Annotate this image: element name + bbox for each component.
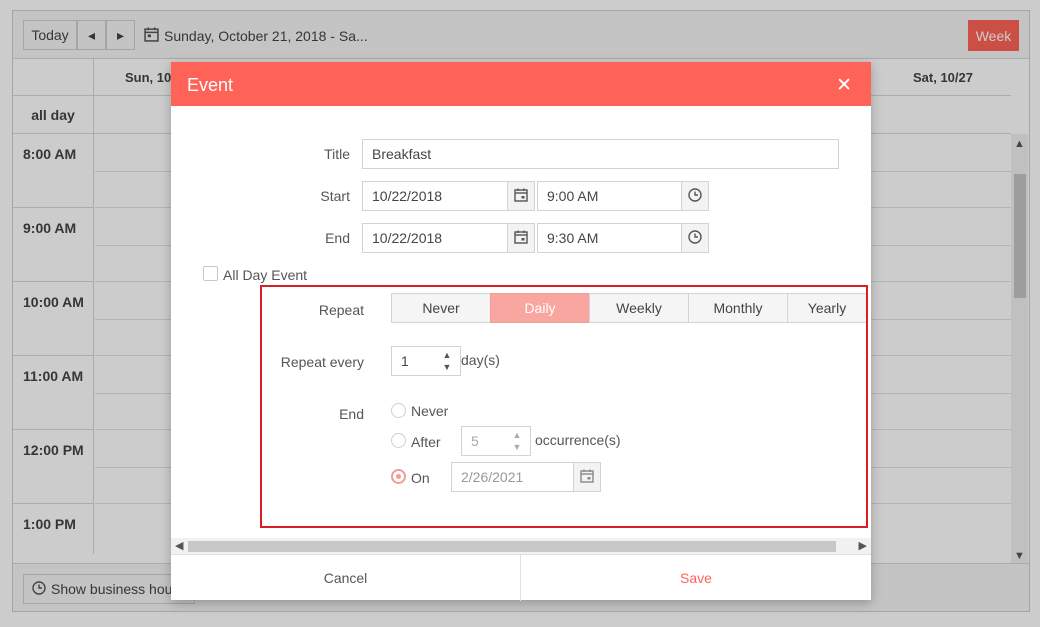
end-date-input[interactable]: 10/22/2018 [362, 223, 535, 253]
title-value: Breakfast [372, 146, 432, 162]
occurrences-unit-label: occurrence(s) [535, 432, 621, 448]
end-on-label: On [411, 470, 430, 486]
repeat-never-button[interactable]: Never [391, 293, 491, 323]
repeat-every-label: Repeat every [280, 354, 364, 370]
spinner[interactable]: ▲ ▼ [504, 427, 530, 455]
decrement-icon[interactable]: ▼ [513, 441, 522, 453]
end-on-date-input[interactable]: 2/26/2021 [451, 462, 601, 492]
start-time-picker-button[interactable] [681, 181, 709, 211]
start-time-value: 9:00 AM [547, 188, 599, 204]
repeat-unit-label: day(s) [461, 352, 500, 368]
start-time-input[interactable]: 9:00 AM [537, 181, 709, 211]
occurrences-value: 5 [471, 433, 479, 449]
end-rule-label: End [339, 406, 364, 422]
repeat-every-value: 1 [401, 353, 409, 369]
end-on-date-value: 2/26/2021 [461, 469, 524, 485]
end-on-date-picker-button[interactable] [573, 462, 601, 492]
start-date-input[interactable]: 10/22/2018 [362, 181, 535, 211]
end-after-radio[interactable] [391, 433, 406, 448]
horizontal-scrollbar[interactable]: ◀ ▶ [171, 538, 871, 554]
start-date-value: 10/22/2018 [372, 188, 443, 204]
event-dialog: Event ✕ Title Breakfast Start 10/22/2018… [171, 62, 871, 601]
scrollbar-thumb[interactable] [188, 541, 836, 552]
all-day-checkbox[interactable] [203, 266, 218, 281]
title-input[interactable]: Breakfast [362, 139, 839, 169]
title-label: Title [324, 146, 350, 162]
end-date-value: 10/22/2018 [372, 230, 443, 246]
end-time-picker-button[interactable] [681, 223, 709, 253]
save-button[interactable]: Save [521, 555, 871, 601]
dialog-actions: Cancel Save [171, 554, 871, 601]
end-time-input[interactable]: 9:30 AM [537, 223, 709, 253]
end-on-radio[interactable] [391, 469, 406, 484]
repeat-every-stepper[interactable]: 1 ▲ ▼ [391, 346, 461, 376]
calendar-icon [514, 188, 528, 205]
repeat-label: Repeat [318, 302, 364, 318]
increment-icon[interactable]: ▲ [513, 429, 522, 441]
end-after-label: After [411, 434, 441, 450]
end-time-value: 9:30 AM [547, 230, 599, 246]
occurrences-stepper[interactable]: 5 ▲ ▼ [461, 426, 531, 456]
clock-icon [688, 187, 702, 205]
close-icon[interactable]: ✕ [836, 74, 852, 97]
calendar-icon [514, 230, 528, 247]
start-label: Start [320, 188, 350, 204]
all-day-label: All Day Event [223, 267, 308, 283]
increment-icon[interactable]: ▲ [443, 349, 452, 361]
end-never-radio[interactable] [391, 403, 406, 418]
end-date-picker-button[interactable] [507, 223, 535, 253]
repeat-daily-button[interactable]: Daily [490, 293, 590, 323]
scroll-right-icon[interactable]: ▶ [859, 539, 867, 552]
cancel-button[interactable]: Cancel [171, 555, 521, 601]
end-never-label: Never [411, 403, 449, 419]
scroll-left-icon[interactable]: ◀ [175, 539, 183, 552]
repeat-weekly-button[interactable]: Weekly [589, 293, 689, 323]
calendar-icon [580, 469, 594, 486]
spinner[interactable]: ▲ ▼ [434, 347, 460, 375]
dialog-titlebar: Event ✕ [171, 62, 871, 106]
end-label: End [325, 230, 350, 246]
decrement-icon[interactable]: ▼ [443, 361, 452, 373]
clock-icon [688, 229, 702, 247]
start-date-picker-button[interactable] [507, 181, 535, 211]
repeat-yearly-button[interactable]: Yearly [787, 293, 866, 323]
repeat-monthly-button[interactable]: Monthly [688, 293, 788, 323]
dialog-title: Event [187, 75, 234, 95]
